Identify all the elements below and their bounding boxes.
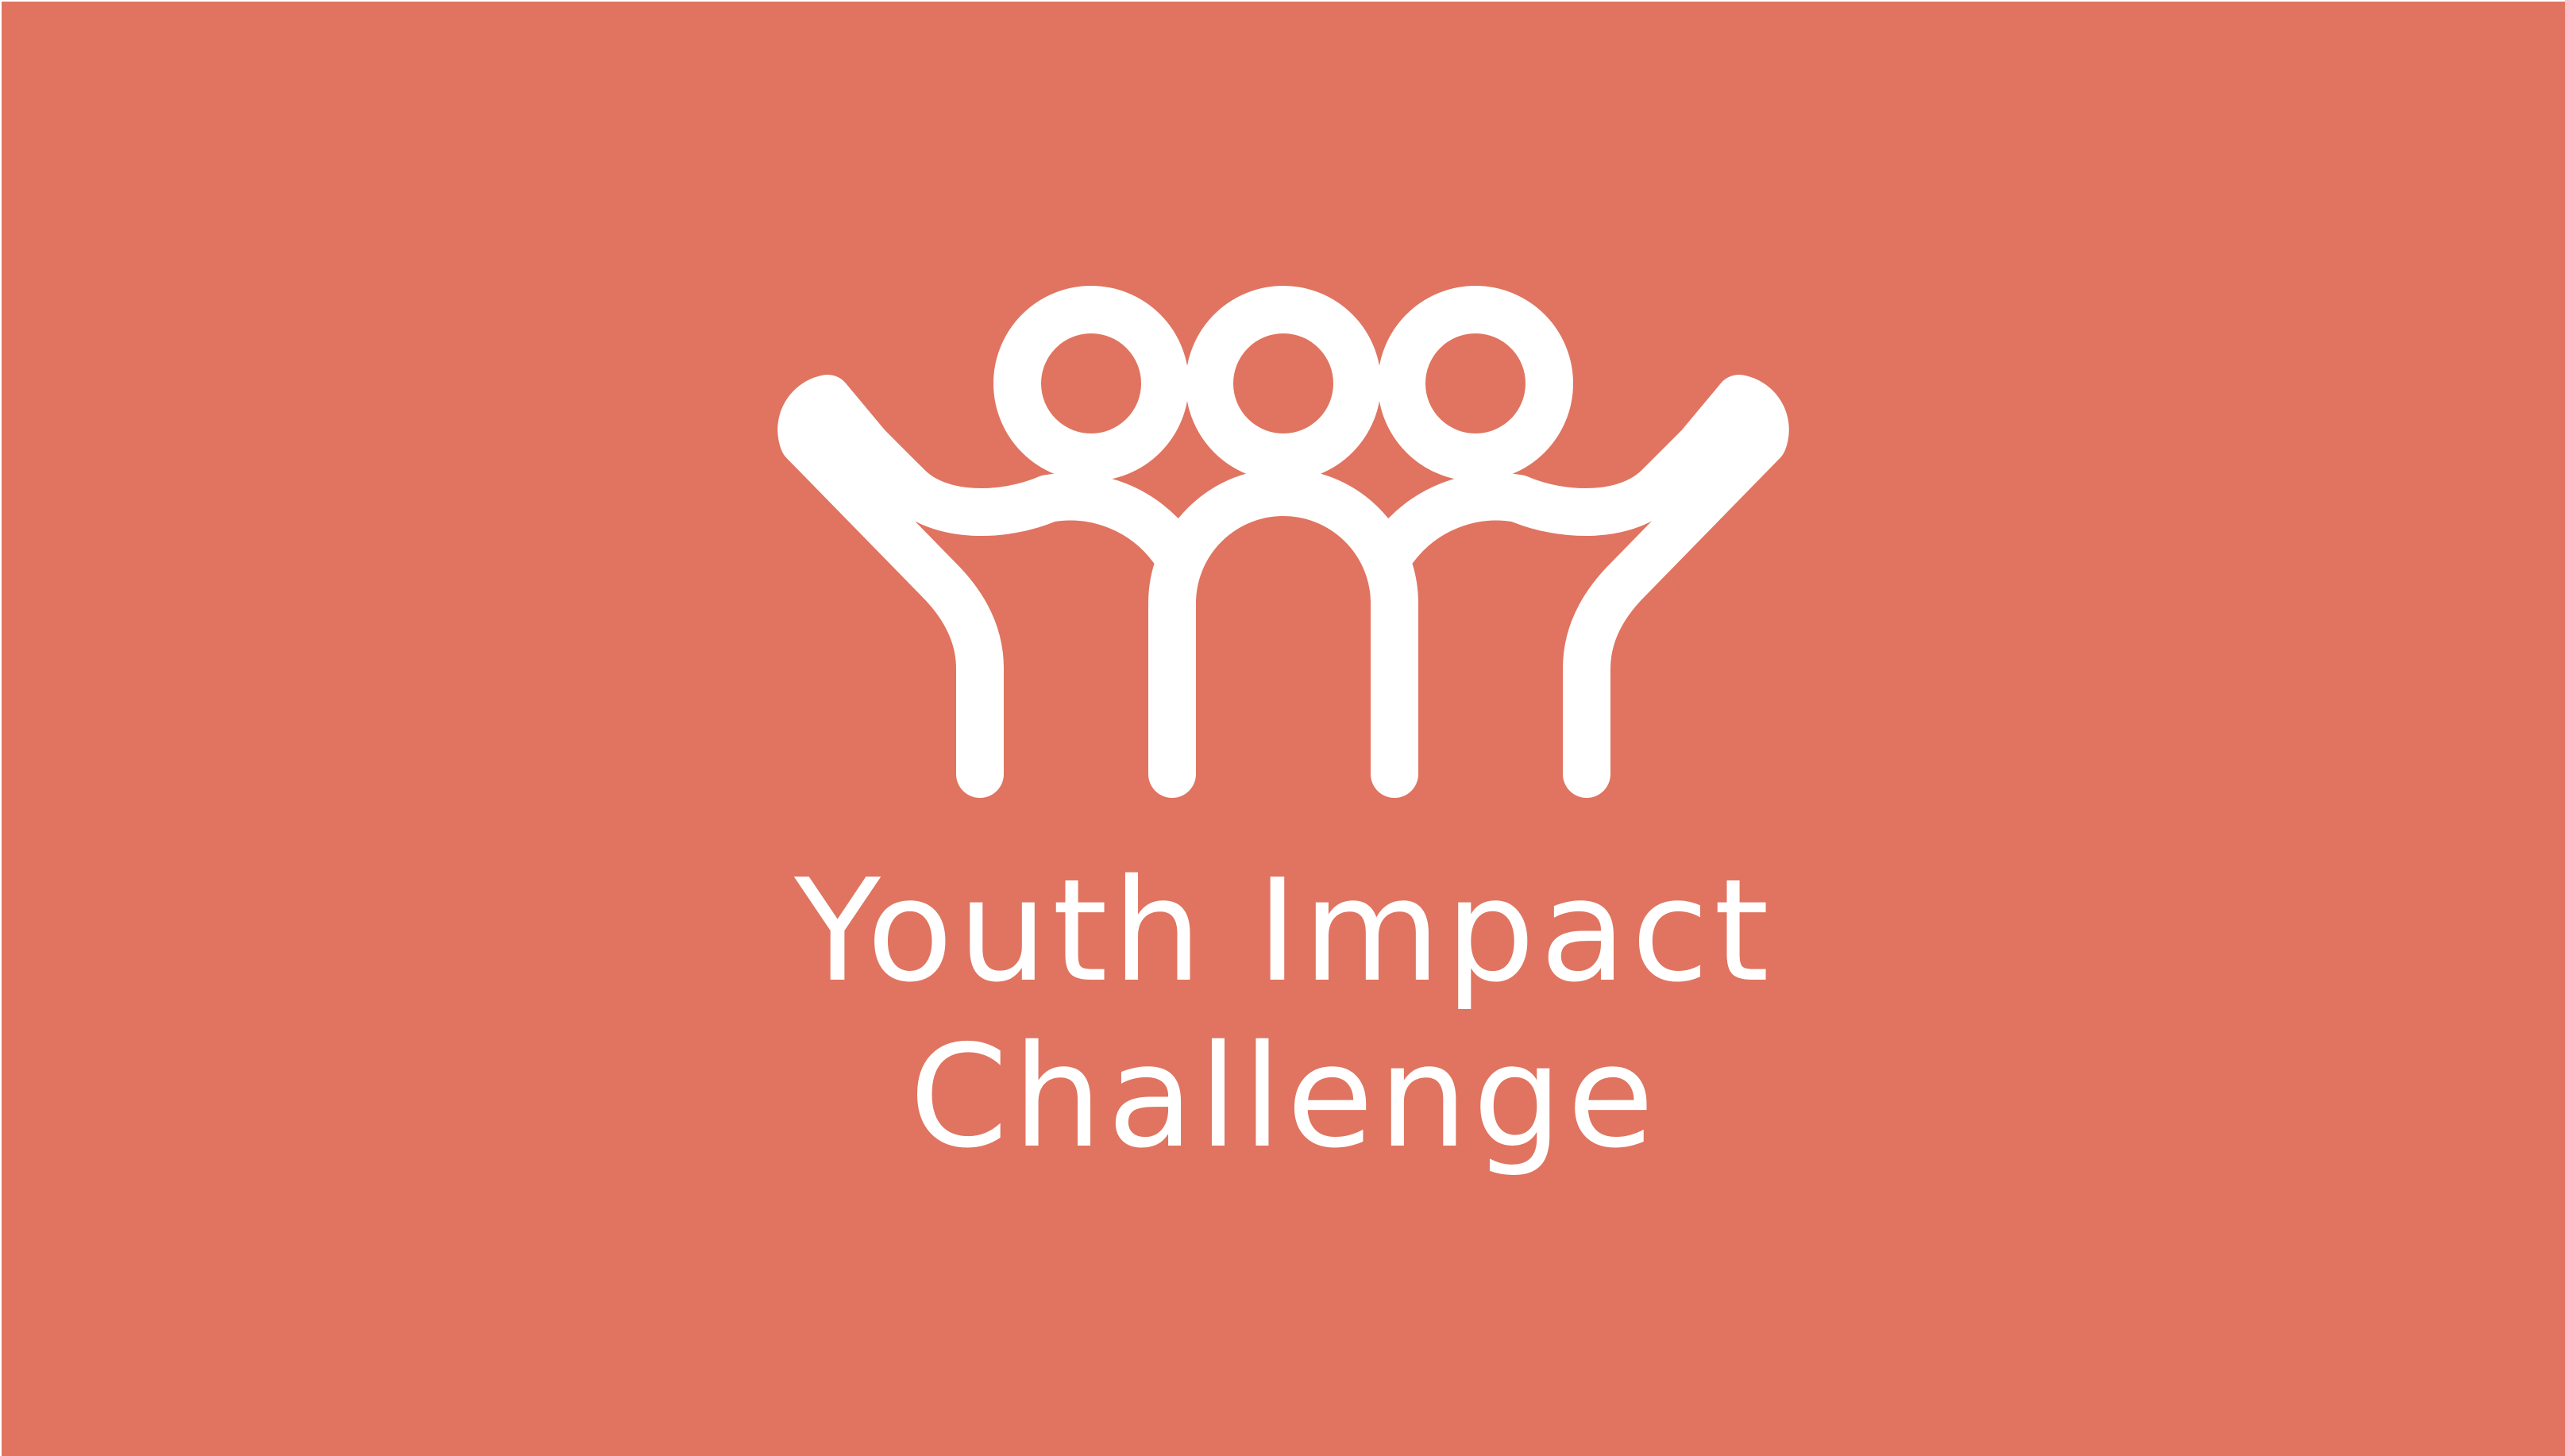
center-person-head bbox=[1186, 286, 1381, 481]
right-raised-arm bbox=[1495, 375, 1789, 798]
title-line-1: Youth Impact bbox=[794, 849, 1774, 1013]
center-person-body bbox=[1148, 468, 1418, 798]
three-people-arms-raised-icon bbox=[777, 286, 1789, 798]
right-person-head bbox=[1378, 286, 1573, 481]
brand-card: Youth Impact Challenge bbox=[0, 0, 2565, 1456]
title-line-2: Challenge bbox=[909, 1015, 1659, 1179]
left-person-head bbox=[993, 286, 1189, 481]
left-raised-arm bbox=[777, 375, 1072, 798]
